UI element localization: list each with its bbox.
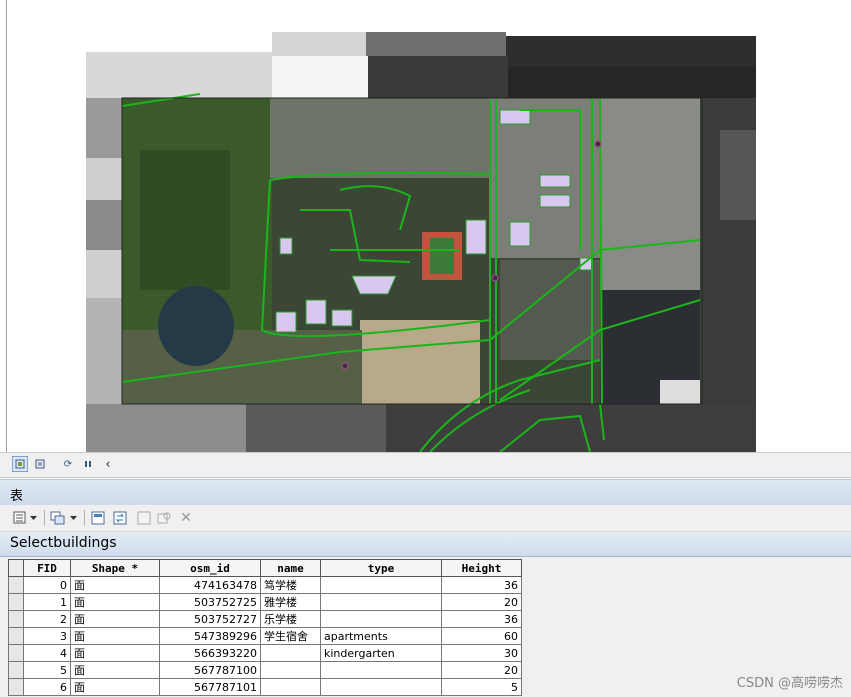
cell-type[interactable]: apartments (320, 627, 442, 645)
cell-shape[interactable]: 面 (70, 627, 160, 645)
row-selector[interactable] (8, 593, 24, 611)
poi-marker (594, 140, 602, 148)
column-header-height[interactable]: Height (441, 559, 522, 577)
cell-type[interactable] (320, 593, 442, 611)
cell-name[interactable]: 乐学楼 (260, 610, 321, 628)
refresh-icon[interactable]: ⟳ (60, 456, 76, 472)
cell-shape[interactable]: 面 (70, 644, 160, 662)
cell-fid[interactable]: 6 (23, 678, 71, 696)
cell-fid[interactable]: 5 (23, 661, 71, 679)
related-tables-dropdown-icon[interactable] (68, 510, 78, 526)
chevron-left-icon[interactable]: ‹ (100, 456, 116, 472)
table-options-icon[interactable] (12, 510, 28, 526)
table-row[interactable]: 4 面 566393220 kindergarten 30 (8, 644, 522, 662)
switch-selection-icon[interactable] (112, 510, 128, 526)
table-toolbar: ✕ (0, 505, 851, 532)
cell-type[interactable]: kindergarten (320, 644, 442, 662)
cell-type[interactable] (320, 576, 442, 594)
column-header-name[interactable]: name (260, 559, 321, 577)
cell-fid[interactable]: 0 (23, 576, 71, 594)
row-selector[interactable] (8, 678, 24, 696)
cell-osm-id[interactable]: 567787101 (159, 678, 261, 696)
cell-shape[interactable]: 面 (70, 576, 160, 594)
cell-fid[interactable]: 1 (23, 593, 71, 611)
select-by-attributes-icon[interactable] (90, 510, 106, 526)
row-selector[interactable] (8, 644, 24, 662)
clear-selection-icon[interactable] (136, 510, 152, 526)
cell-shape[interactable]: 面 (70, 610, 160, 628)
cell-shape[interactable]: 面 (70, 678, 160, 696)
cell-osm-id[interactable]: 503752727 (159, 610, 261, 628)
delete-selected-icon[interactable]: ✕ (178, 510, 194, 526)
poi-marker (341, 362, 349, 370)
attribute-table: FID Shape * osm_id name type Height 0 面 … (8, 559, 522, 696)
select-all-corner[interactable] (8, 559, 24, 577)
cell-type[interactable] (320, 678, 442, 696)
cell-height[interactable]: 30 (441, 644, 522, 662)
toolbar-separator (84, 510, 85, 526)
cell-name[interactable] (260, 661, 321, 679)
cell-height[interactable]: 20 (441, 661, 522, 679)
cell-osm-id[interactable]: 567787100 (159, 661, 261, 679)
cell-fid[interactable]: 2 (23, 610, 71, 628)
cell-type[interactable] (320, 610, 442, 628)
row-selector[interactable] (8, 627, 24, 645)
table-row[interactable]: 1 面 503752725 雅学楼 20 (8, 593, 522, 611)
related-tables-icon[interactable] (50, 510, 66, 526)
table-row[interactable]: 5 面 567787100 20 (8, 661, 522, 679)
table-options-dropdown-icon[interactable] (28, 510, 38, 526)
table-tab-bar: Selectbuildings (0, 532, 851, 557)
row-selector[interactable] (8, 610, 24, 628)
map-canvas[interactable] (0, 0, 851, 452)
table-row[interactable]: 6 面 567787101 5 (8, 678, 522, 696)
map-view-toolbar: ⟳ ‹ (0, 452, 851, 478)
table-name-tab[interactable]: Selectbuildings (10, 535, 117, 551)
cell-osm-id[interactable]: 566393220 (159, 644, 261, 662)
table-row[interactable]: 3 面 547389296 学生宿舍 apartments 60 (8, 627, 522, 645)
data-view-icon[interactable] (32, 456, 48, 472)
table-window-titlebar: 表 (0, 479, 851, 506)
cell-shape[interactable]: 面 (70, 661, 160, 679)
row-selector[interactable] (8, 661, 24, 679)
cell-name[interactable]: 雅学楼 (260, 593, 321, 611)
column-header-fid[interactable]: FID (23, 559, 71, 577)
zoom-to-selected-icon[interactable] (156, 510, 172, 526)
cell-type[interactable] (320, 661, 442, 679)
cell-height[interactable]: 5 (441, 678, 522, 696)
table-row[interactable]: 0 面 474163478 笃学楼 36 (8, 576, 522, 594)
row-selector[interactable] (8, 576, 24, 594)
map-view[interactable] (0, 0, 851, 452)
table-row[interactable]: 2 面 503752727 乐学楼 36 (8, 610, 522, 628)
column-header-shape[interactable]: Shape * (70, 559, 160, 577)
cell-name[interactable]: 学生宿舍 (260, 627, 321, 645)
poi-marker (491, 274, 499, 282)
layout-view-icon[interactable] (12, 456, 28, 472)
column-header-type[interactable]: type (320, 559, 442, 577)
cell-name[interactable] (260, 678, 321, 696)
cell-shape[interactable]: 面 (70, 593, 160, 611)
cell-height[interactable]: 36 (441, 576, 522, 594)
attribute-grid: FID Shape * osm_id name type Height 0 面 … (0, 557, 851, 697)
cell-fid[interactable]: 3 (23, 627, 71, 645)
cell-osm-id[interactable]: 503752725 (159, 593, 261, 611)
column-header-osm-id[interactable]: osm_id (159, 559, 261, 577)
pause-icon[interactable] (80, 456, 96, 472)
cell-name[interactable]: 笃学楼 (260, 576, 321, 594)
toolbar-separator (44, 510, 45, 526)
panel-title: 表 (10, 489, 24, 504)
cell-height[interactable]: 36 (441, 610, 522, 628)
watermark: CSDN @高唠唠杰 (736, 676, 843, 691)
cell-fid[interactable]: 4 (23, 644, 71, 662)
cell-osm-id[interactable]: 474163478 (159, 576, 261, 594)
cell-osm-id[interactable]: 547389296 (159, 627, 261, 645)
table-header-row: FID Shape * osm_id name type Height (8, 559, 522, 577)
cell-height[interactable]: 20 (441, 593, 522, 611)
cell-height[interactable]: 60 (441, 627, 522, 645)
cell-name[interactable] (260, 644, 321, 662)
